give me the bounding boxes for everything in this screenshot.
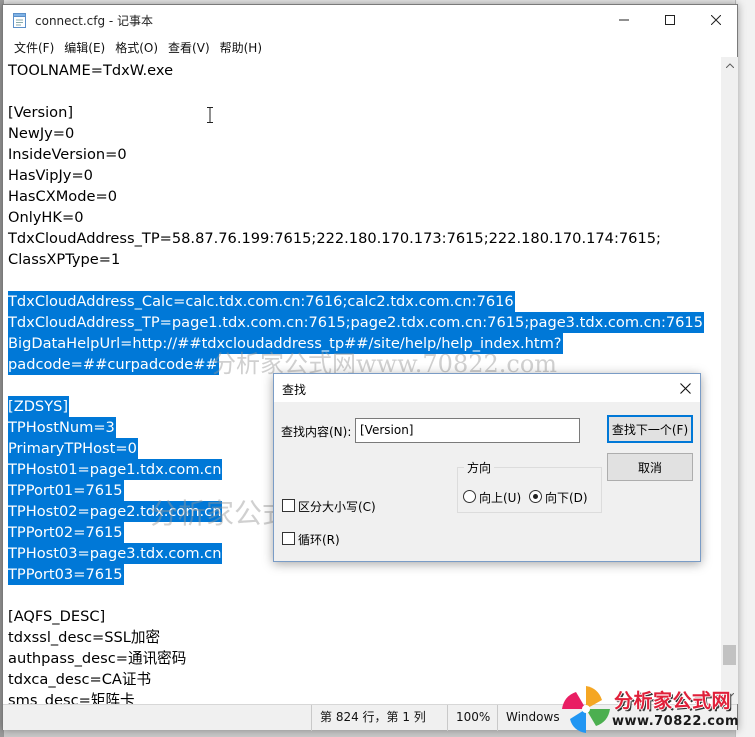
close-icon	[679, 382, 691, 394]
wrap-around-checkbox[interactable]	[282, 532, 295, 545]
status-zoom: 100%	[447, 705, 497, 731]
editor-line[interactable]: TPPort02=7615	[8, 522, 124, 543]
find-dialog: 查找 查找内容(N): [Version] 查找下一个(F) 取消 方向 向上(…	[273, 373, 701, 562]
editor-line[interactable]: HasCXMode=0	[8, 186, 117, 207]
minimize-button[interactable]	[601, 5, 647, 35]
editor-line[interactable]: padcode=##curpadcode##	[8, 354, 219, 375]
editor-line[interactable]: TPPort03=7615	[8, 564, 124, 585]
editor-line[interactable]: ClassXPType=1	[8, 249, 120, 270]
direction-up-radio[interactable]	[463, 490, 476, 503]
editor-line[interactable]: TdxCloudAddress_TP=page1.tdx.com.cn:7615…	[8, 312, 705, 333]
cancel-button[interactable]: 取消	[607, 453, 693, 481]
editor-line[interactable]: PrimaryTPHost=0	[8, 438, 138, 459]
direction-label: 方向	[464, 459, 495, 476]
menu-file[interactable]: 文件(F)	[9, 35, 59, 57]
editor-line[interactable]: tdxssl_desc=SSL加密	[8, 627, 160, 648]
editor-line[interactable]: authpass_desc=通讯密码	[8, 648, 186, 669]
background-window-edge-right	[735, 0, 755, 737]
editor-line[interactable]: NewJy=0	[8, 123, 74, 144]
logo-name: 分析家公式网	[614, 690, 732, 712]
editor-line[interactable]: tdxca_desc=CA证书	[8, 669, 151, 690]
editor-line[interactable]: OnlyHK=0	[8, 207, 83, 228]
menu-bar: 文件(F) 编辑(E) 格式(O) 查看(V) 帮助(H)	[3, 35, 737, 57]
editor-line[interactable]: sms_desc=矩阵卡	[8, 690, 135, 704]
find-dialog-close-button[interactable]	[676, 379, 694, 397]
editor-line[interactable]: [ZDSYS]	[8, 396, 70, 417]
direction-up-label[interactable]: 向上(U)	[479, 489, 521, 506]
editor-line[interactable]: InsideVersion=0	[8, 144, 127, 165]
scrollbar-thumb[interactable]	[723, 645, 736, 665]
editor-line[interactable]: [Version]	[8, 102, 73, 123]
match-case-checkbox[interactable]	[282, 499, 295, 512]
match-case-label[interactable]: 区分大小写(C)	[298, 498, 376, 515]
editor-line[interactable]: TPPort01=7615	[8, 480, 124, 501]
editor-line[interactable]: TPHostNum=3	[8, 417, 116, 438]
maximize-icon	[665, 15, 675, 25]
vertical-scrollbar[interactable]	[721, 57, 738, 704]
window-title: connect.cfg - 记事本	[35, 14, 154, 28]
find-what-input[interactable]: [Version]	[355, 418, 580, 443]
minimize-icon	[619, 19, 629, 21]
find-next-button[interactable]: 查找下一个(F)	[607, 415, 693, 443]
title-bar[interactable]: connect.cfg - 记事本	[3, 5, 737, 35]
editor-line[interactable]: TPHost01=page1.tdx.com.cn	[8, 459, 223, 480]
editor-line[interactable]: TdxCloudAddress_TP=58.87.76.199:7615;222…	[8, 228, 661, 249]
close-button[interactable]	[693, 5, 739, 35]
menu-format[interactable]: 格式(O)	[110, 35, 163, 57]
editor-line[interactable]: TPHost03=page3.tdx.com.cn	[8, 543, 223, 564]
direction-down-radio[interactable]	[529, 490, 542, 503]
editor-line[interactable]: TPHost02=page2.tdx.com.cn	[8, 501, 223, 522]
find-dialog-title: 查找	[282, 383, 307, 397]
menu-help[interactable]: 帮助(H)	[215, 35, 267, 57]
menu-view[interactable]: 查看(V)	[163, 35, 215, 57]
status-cursor-position: 第 824 行，第 1 列	[311, 705, 447, 731]
text-cursor-icon	[207, 107, 213, 123]
editor-line[interactable]: BigDataHelpUrl=http://##tdxcloudaddress_…	[8, 333, 563, 354]
menu-edit[interactable]: 编辑(E)	[59, 35, 110, 57]
radio-selected-dot	[533, 494, 538, 499]
find-dialog-title-bar[interactable]: 查找	[274, 374, 700, 402]
scroll-up-arrow-icon[interactable]	[721, 57, 738, 74]
find-what-label: 查找内容(N):	[281, 425, 352, 439]
direction-down-label[interactable]: 向下(D)	[545, 489, 588, 506]
editor-line[interactable]: TOOLNAME=TdxW.exe	[8, 60, 173, 81]
maximize-button[interactable]	[647, 5, 693, 35]
notepad-icon	[13, 12, 27, 28]
notepad-window: connect.cfg - 记事本 文件(F) 编辑(E) 格式(O) 查看(V…	[2, 4, 738, 731]
wrap-around-label[interactable]: 循环(R)	[298, 531, 340, 548]
close-icon	[711, 15, 721, 25]
site-logo: 分析家公式网 www.70822.com	[558, 682, 755, 737]
editor-line[interactable]: HasVipJy=0	[8, 165, 93, 186]
editor-line[interactable]: TdxCloudAddress_Calc=calc.tdx.com.cn:761…	[8, 291, 515, 312]
editor-line[interactable]: [AQFS_DESC]	[8, 606, 105, 627]
pinwheel-logo-icon	[562, 686, 610, 733]
logo-url: www.70822.com	[612, 714, 739, 729]
